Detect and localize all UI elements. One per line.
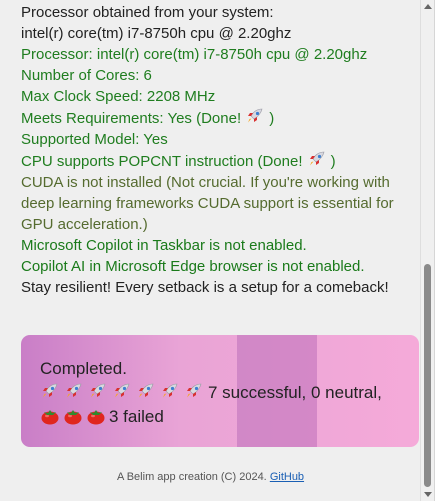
log-line: Microsoft Copilot in Taskbar is not enab… [21, 237, 307, 254]
log-line-text: CPU supports POPCNT instruction (Done! [21, 153, 307, 170]
tomato-icons [40, 407, 109, 426]
log-line: Max Clock Speed: 2208 MHz [21, 88, 216, 105]
log-line: Number of Cores: 6 [21, 67, 152, 84]
summary-success-row: 7 successful, 0 neutral, [40, 381, 410, 405]
log-line-suffix: ) [330, 153, 336, 170]
github-link[interactable]: GitHub [270, 471, 304, 483]
rocket-icon [43, 383, 58, 398]
rocket-icon [139, 383, 154, 398]
tomato-icon [64, 410, 82, 425]
rocket-icon [115, 383, 130, 398]
rocket-icon [67, 383, 82, 398]
log-line: Stay resilient! Every setback is a setup… [21, 279, 389, 296]
scroll-up-arrow-icon[interactable] [424, 4, 432, 9]
rocket-icon [91, 383, 106, 398]
vertical-scrollbar[interactable] [420, 0, 434, 501]
log-line: Processor obtained from your system: [21, 4, 274, 21]
app-window: Processor obtained from your system: int… [0, 0, 435, 501]
summary-title: Completed. [40, 359, 127, 378]
tomato-icon [87, 410, 105, 425]
summary-text: Completed. 7 successful, 0 neutral, 3 fa… [40, 357, 410, 429]
rocket-icon [163, 383, 178, 398]
log-line: CUDA is not installed (Not crucial. If y… [21, 174, 394, 233]
log-line-popcnt: CPU supports POPCNT instruction (Done! ) [21, 150, 419, 172]
footer: A Belim app creation (C) 2024. GitHub [0, 471, 421, 483]
log-line-text: Meets Requirements: Yes (Done! [21, 110, 246, 127]
summary-card: Completed. 7 successful, 0 neutral, 3 fa… [21, 335, 419, 447]
rocket-icon [309, 151, 325, 166]
summary-failed-text: 3 failed [109, 407, 164, 426]
tomato-icon [41, 410, 59, 425]
scroll-down-arrow-icon[interactable] [424, 492, 432, 497]
rocket-icons [40, 383, 208, 402]
rocket-icon [248, 108, 263, 123]
main-content: Processor obtained from your system: int… [0, 0, 421, 501]
log-line: intel(r) core(tm) i7-8750h cpu @ 2.20ghz [21, 25, 292, 42]
rocket-icon [187, 383, 202, 398]
summary-success-text: 7 successful, 0 neutral, [208, 383, 382, 402]
summary-failed-row: 3 failed [40, 405, 410, 429]
log-line: Processor: intel(r) core(tm) i7-8750h cp… [21, 46, 368, 63]
log-line-suffix: ) [269, 110, 275, 127]
footer-text: A Belim app creation (C) 2024. [116, 471, 267, 483]
log-line: Copilot AI in Microsoft Edge browser is … [21, 258, 365, 275]
log-line-requirements: Meets Requirements: Yes (Done! ) [21, 107, 419, 129]
output-log: Processor obtained from your system: int… [21, 2, 419, 298]
scrollbar-thumb[interactable] [424, 264, 431, 487]
log-line: Supported Model: Yes [21, 131, 168, 148]
